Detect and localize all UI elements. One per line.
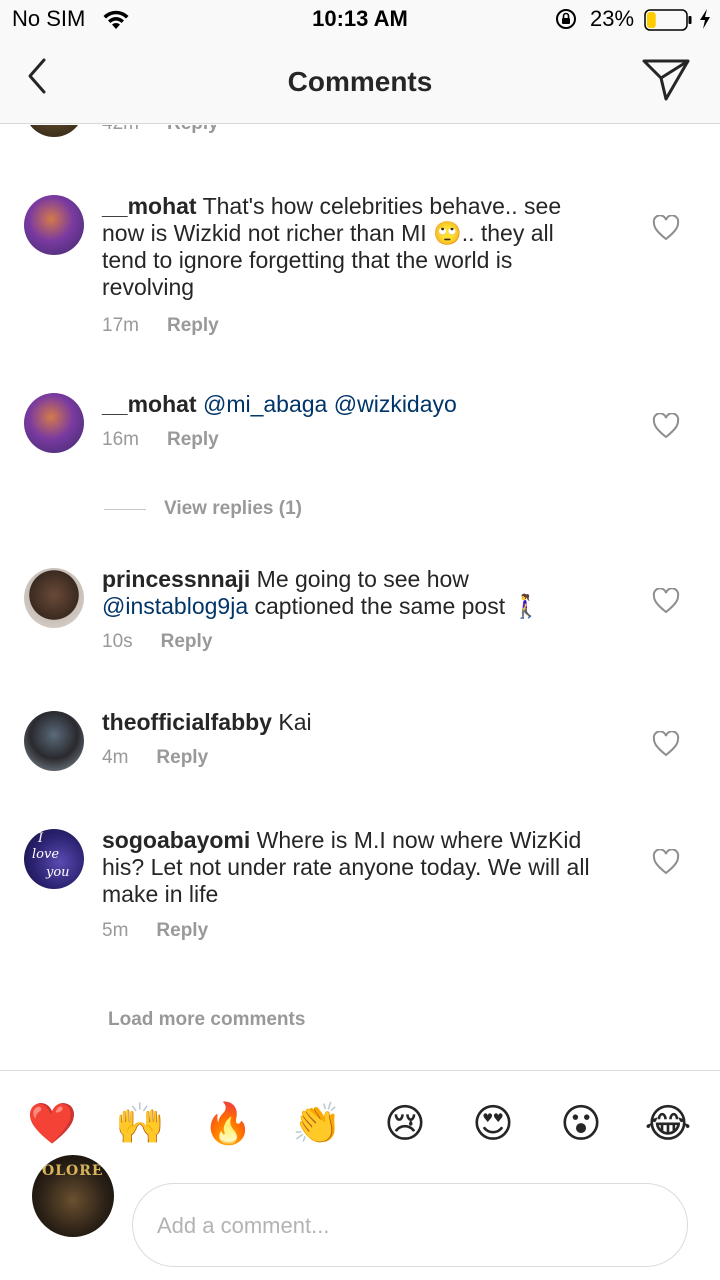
comment-body: Me going to see how xyxy=(256,566,469,592)
comment-meta: 17m Reply xyxy=(102,315,219,337)
comment-time: 16m xyxy=(102,429,139,450)
reply-button[interactable]: Reply xyxy=(156,747,208,768)
like-heart-icon[interactable] xyxy=(652,731,680,757)
user-avatar: OLORE xyxy=(32,1155,114,1237)
comment-text: theofficialfabby Kai xyxy=(102,709,602,736)
comment-meta: 5m Reply xyxy=(102,920,208,942)
avatar-caption: OLORE xyxy=(42,1163,104,1179)
avatar[interactable] xyxy=(24,711,84,771)
comment-time: 42m xyxy=(102,125,139,134)
rotation-lock-icon xyxy=(556,9,576,29)
comment-meta: 4m Reply xyxy=(102,747,208,769)
fire-emoji-icon[interactable]: 🔥 xyxy=(203,1099,253,1149)
like-heart-icon[interactable] xyxy=(652,588,680,614)
comment-meta: 10s Reply xyxy=(102,631,212,653)
comment-meta: 42m Reply xyxy=(102,125,219,135)
quick-reactions-bar: ❤️ 🙌 🔥 👏 😢 😍 😮 😂 xyxy=(0,1099,720,1151)
tears-of-joy-emoji-icon[interactable]: 😂 xyxy=(643,1099,693,1149)
mention-link[interactable]: @instablog9ja xyxy=(102,593,248,619)
comment-username[interactable]: __mohat xyxy=(102,391,197,417)
comment-time: 5m xyxy=(102,920,129,941)
reply-button[interactable]: Reply xyxy=(167,315,219,336)
avatar-caption: you xyxy=(46,865,70,880)
comment-time: 4m xyxy=(102,747,129,768)
avatar-caption: I xyxy=(38,831,44,846)
status-bar: No SIM 10:13 AM 23% xyxy=(0,0,720,40)
comment-time: 10s xyxy=(102,631,133,652)
comment-username[interactable]: theofficialfabby xyxy=(102,709,272,735)
raising-hands-emoji-icon[interactable]: 🙌 xyxy=(115,1099,165,1149)
compose-area: ❤️ 🙌 🔥 👏 😢 😍 😮 😂 OLORE xyxy=(0,1070,720,1280)
clapping-hands-emoji-icon[interactable]: 👏 xyxy=(292,1099,342,1149)
comment-username[interactable]: princessnnaji xyxy=(102,566,250,592)
comment-body: Kai xyxy=(278,709,312,735)
reply-button[interactable]: Reply xyxy=(167,125,219,134)
comments-list[interactable]: 42m Reply __mohat That's how celebrities … xyxy=(0,125,720,1070)
avatar[interactable] xyxy=(24,125,84,137)
comment-body-continued: captioned the same post xyxy=(254,593,506,619)
reply-button[interactable]: Reply xyxy=(156,920,208,941)
avatar[interactable] xyxy=(24,568,84,628)
comment-text: __mohat @mi_abaga @wizkidayo xyxy=(102,391,602,418)
red-heart-emoji-icon[interactable]: ❤️ xyxy=(27,1099,77,1149)
comment-username[interactable]: __mohat xyxy=(102,193,197,219)
reply-button[interactable]: Reply xyxy=(161,631,213,652)
reply-button[interactable]: Reply xyxy=(167,429,219,450)
paper-plane-icon[interactable] xyxy=(640,56,692,102)
avatar[interactable] xyxy=(24,195,84,255)
comment-input[interactable] xyxy=(157,1206,657,1246)
eye-roll-emoji-icon: 🙄 xyxy=(433,220,462,246)
comment-text: __mohat That's how celebrities behave.. … xyxy=(102,193,602,301)
mention-link[interactable]: @wizkidayo xyxy=(334,391,457,417)
battery-percent: 23% xyxy=(590,6,635,31)
battery-icon xyxy=(644,9,692,31)
like-heart-icon[interactable] xyxy=(652,215,680,241)
comment-username[interactable]: sogoabayomi xyxy=(102,827,250,853)
walking-woman-emoji-icon: 🚶‍♀️ xyxy=(511,593,541,619)
comment-time: 17m xyxy=(102,315,139,336)
comment-text: princessnnaji Me going to see how @insta… xyxy=(102,566,602,620)
comment-meta: 16m Reply xyxy=(102,429,219,451)
heart-eyes-emoji-icon[interactable]: 😍 xyxy=(468,1099,518,1149)
avatar-caption: love xyxy=(32,847,60,862)
page-title: Comments xyxy=(287,66,433,97)
comment-input-wrapper[interactable] xyxy=(132,1183,688,1267)
load-more-comments-button[interactable]: Load more comments xyxy=(108,1009,305,1031)
like-heart-icon[interactable] xyxy=(652,413,680,439)
crying-face-emoji-icon[interactable]: 😢 xyxy=(380,1099,430,1149)
comment-text: sogoabayomi Where is M.I now where WizKi… xyxy=(102,827,602,908)
charging-bolt-icon xyxy=(700,9,710,29)
like-heart-icon[interactable] xyxy=(652,849,680,875)
view-replies-label: View replies (1) xyxy=(164,498,302,519)
divider xyxy=(104,509,146,510)
avatar[interactable] xyxy=(24,393,84,453)
mention-link[interactable]: @mi_abaga xyxy=(203,391,327,417)
avatar[interactable]: I love you xyxy=(24,829,84,889)
nav-bar: Comments xyxy=(0,40,720,124)
surprised-face-emoji-icon[interactable]: 😮 xyxy=(556,1099,606,1149)
